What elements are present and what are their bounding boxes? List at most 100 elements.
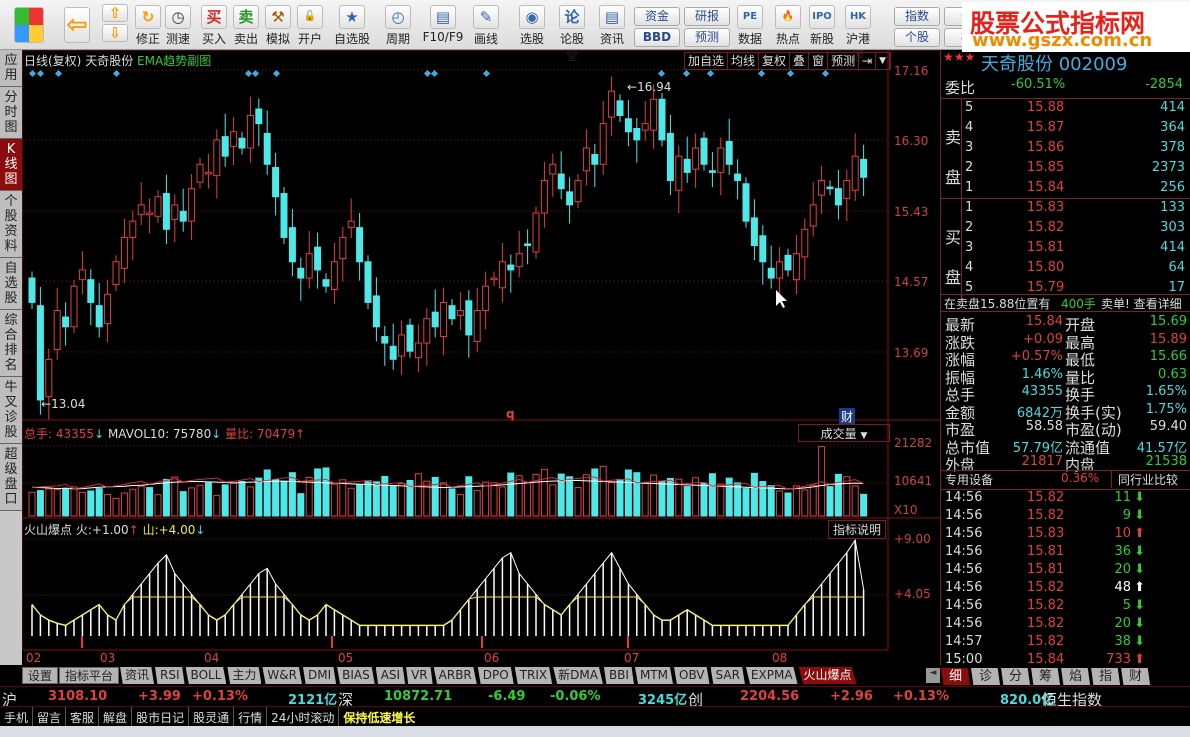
chart-button-2[interactable]: 复权 xyxy=(759,53,791,69)
indicator-tab-18[interactable]: SAR xyxy=(710,667,745,684)
indicator-tab-19[interactable]: EXPMA xyxy=(745,667,798,684)
chart-canvas[interactable] xyxy=(22,50,940,665)
tick-price: 15.82 xyxy=(1027,508,1065,523)
chevron-down-icon[interactable]: ▼ xyxy=(876,53,891,69)
candle-body xyxy=(204,171,212,175)
indicator-tab-3[interactable]: RSI xyxy=(155,667,185,684)
pin-icon[interactable]: ⇥ xyxy=(859,53,877,69)
index-button[interactable]: 指数 xyxy=(894,7,940,26)
toolbar-button-15[interactable]: IPO 新股 xyxy=(806,3,838,47)
candle-body xyxy=(62,316,70,328)
left-tab-3[interactable]: 个股资料 xyxy=(0,191,22,258)
toolbar-button-13[interactable]: PE 数据 xyxy=(734,3,766,47)
indicator-tab-11[interactable]: ARBR xyxy=(433,667,477,684)
detail-tab-6[interactable]: 财 xyxy=(1121,668,1151,685)
indicator-tab-10[interactable]: VR xyxy=(406,667,433,684)
status-link-3[interactable]: 解盘 xyxy=(99,707,133,726)
indicator-tab-9[interactable]: ASI xyxy=(375,667,406,684)
indicator-tab-20[interactable]: 火山爆点 xyxy=(798,667,857,684)
status-link-0[interactable]: 手机 xyxy=(0,707,34,726)
bbd-button[interactable]: BBD xyxy=(634,28,680,47)
chart-button-1[interactable]: 均线 xyxy=(728,53,760,69)
indicator-tab-14[interactable]: 新DMA xyxy=(553,667,603,684)
scroll-left-button[interactable]: ◄ xyxy=(926,668,940,683)
tick-time: 15:00 xyxy=(945,652,983,667)
toolbar-button-6[interactable]: ★ 自选股 xyxy=(332,3,372,47)
nav-up-button[interactable]: ⇧ ⇩ xyxy=(102,3,128,47)
indicator-tab-2[interactable]: 资讯 xyxy=(120,667,155,684)
status-link-1[interactable]: 留言 xyxy=(33,707,67,726)
volume-indicator-select[interactable]: 成交量 ▼ xyxy=(798,424,890,442)
left-tab-2[interactable]: K线图 xyxy=(0,139,22,191)
status-link-7[interactable]: 24小时滚动 xyxy=(267,707,340,726)
detail-tab-1[interactable]: 诊 xyxy=(971,668,1001,685)
chart-button-3[interactable]: 叠 xyxy=(790,53,810,69)
chevron-down-icon: ▼ xyxy=(860,431,868,441)
detail-tab-3[interactable]: 筹 xyxy=(1031,668,1061,685)
indicator-tab-12[interactable]: DPO xyxy=(477,667,514,684)
indicator-tab-1[interactable]: 指标平台 xyxy=(59,667,120,684)
toolbar-button-4[interactable]: ⚒ 模拟 xyxy=(262,3,294,47)
toolbar-button-2[interactable]: 买买入 xyxy=(198,3,230,47)
left-tab-0[interactable]: 应用 xyxy=(0,50,22,87)
toolbar-button-8[interactable]: ▤ F10/F9 xyxy=(420,3,466,47)
toolbar-button-9[interactable]: ✎ 画线 xyxy=(466,3,506,47)
indicator-tab-5[interactable]: 主力 xyxy=(227,667,262,684)
toolbar-label: 自选股 xyxy=(333,32,370,46)
chart-button-4[interactable]: 窗 xyxy=(809,53,829,69)
mountain-line xyxy=(31,596,864,626)
funds-button[interactable]: 资金 xyxy=(634,7,680,26)
tick-volume: 5 xyxy=(1122,598,1131,613)
indicator-help-button[interactable]: 指标说明 xyxy=(828,520,887,539)
detail-tab-0[interactable]: 细 xyxy=(941,668,971,685)
home-menu-button[interactable] xyxy=(12,3,46,47)
left-tab-5[interactable]: 综合排名 xyxy=(0,310,22,377)
toolbar-button-12[interactable]: ▤ 资讯 xyxy=(596,3,628,47)
status-link-6[interactable]: 行情 xyxy=(234,707,268,726)
indicator-tab-17[interactable]: OBV xyxy=(674,667,710,684)
indicator-tab-7[interactable]: DMI xyxy=(302,667,337,684)
detail-tab-2[interactable]: 分 xyxy=(1001,668,1031,685)
indicator-tab-8[interactable]: BIAS xyxy=(337,667,375,684)
signal-diamond xyxy=(682,69,691,78)
back-button[interactable]: ⇦ xyxy=(60,3,94,47)
left-tab-6[interactable]: 牛叉诊股 xyxy=(0,377,22,444)
finance-marker[interactable]: 财 xyxy=(839,408,856,425)
toolbar-button-1[interactable]: ◷ 测速 xyxy=(162,3,194,47)
volume-bar xyxy=(599,465,607,517)
toolbar-button-3[interactable]: 卖卖出 xyxy=(230,3,262,47)
indicator-tab-4[interactable]: BOLL xyxy=(185,667,227,684)
toolbar-button-0[interactable]: ↻ 修正 xyxy=(132,3,164,47)
indicator-tab-6[interactable]: W&R xyxy=(262,667,302,684)
indicator-tab-15[interactable]: BBI xyxy=(603,667,634,684)
left-tab-1[interactable]: 分时图 xyxy=(0,87,22,139)
candle-body xyxy=(524,243,532,247)
left-tab-4[interactable]: 自选股 xyxy=(0,258,22,310)
toolbar-button-7[interactable]: ◴ 周期 xyxy=(378,3,418,47)
detail-tab-5[interactable]: 指 xyxy=(1091,668,1121,685)
news-ticker[interactable]: 保持低速增长 xyxy=(339,707,419,726)
indicator-tab-0[interactable]: 设置 xyxy=(22,667,59,684)
status-link-4[interactable]: 股市日记 xyxy=(132,707,190,726)
event-marker[interactable]: q xyxy=(506,407,515,421)
status-link-2[interactable]: 客服 xyxy=(66,707,100,726)
toolbar-button-10[interactable]: ◉ 选股 xyxy=(512,3,552,47)
detail-tab-4[interactable]: 焰 xyxy=(1061,668,1091,685)
status-link-5[interactable]: 股灵通 xyxy=(189,707,235,726)
indicator-tab-13[interactable]: TRIX xyxy=(514,667,553,684)
toolbar-button-5[interactable]: 🔓 开户 xyxy=(294,3,326,47)
stock-button[interactable]: 个股 xyxy=(894,28,940,47)
tick-price: 15.81 xyxy=(1027,562,1065,577)
chart-button-0[interactable]: 加自选 xyxy=(685,53,729,69)
toolbar-button-16[interactable]: HK 沪港通 xyxy=(842,3,874,63)
forecast-button[interactable]: 预测 xyxy=(684,28,730,47)
toolbar-button-14[interactable]: 🔥 热点 xyxy=(772,3,804,47)
toolbar-button-11[interactable]: 论论股堂 xyxy=(556,3,588,63)
compare-button[interactable]: 同行业比较 xyxy=(1111,471,1178,488)
indicator-tab-16[interactable]: MTM xyxy=(634,667,673,684)
left-tab-7[interactable]: 超级盘口 xyxy=(0,444,22,511)
research-button[interactable]: 研报 xyxy=(684,7,730,26)
overlay-name[interactable]: EMA趋势副图 xyxy=(137,54,211,68)
volume-bar xyxy=(566,476,574,517)
chart-button-5[interactable]: 预测 xyxy=(828,53,860,69)
